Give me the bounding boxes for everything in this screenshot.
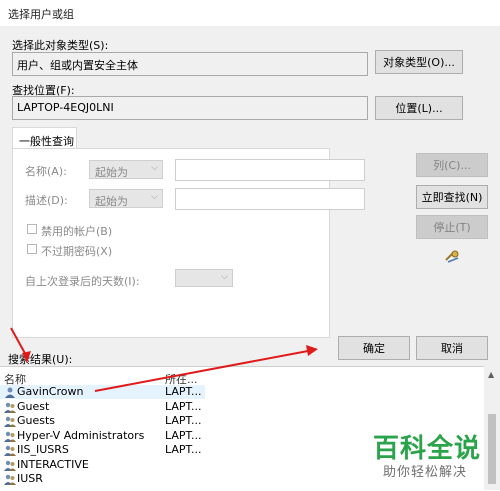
annotation-arrowhead xyxy=(22,351,31,363)
annotation-arrowhead xyxy=(306,345,318,356)
annotation-arrow-line xyxy=(94,350,309,392)
annotation-arrows xyxy=(10,327,318,392)
